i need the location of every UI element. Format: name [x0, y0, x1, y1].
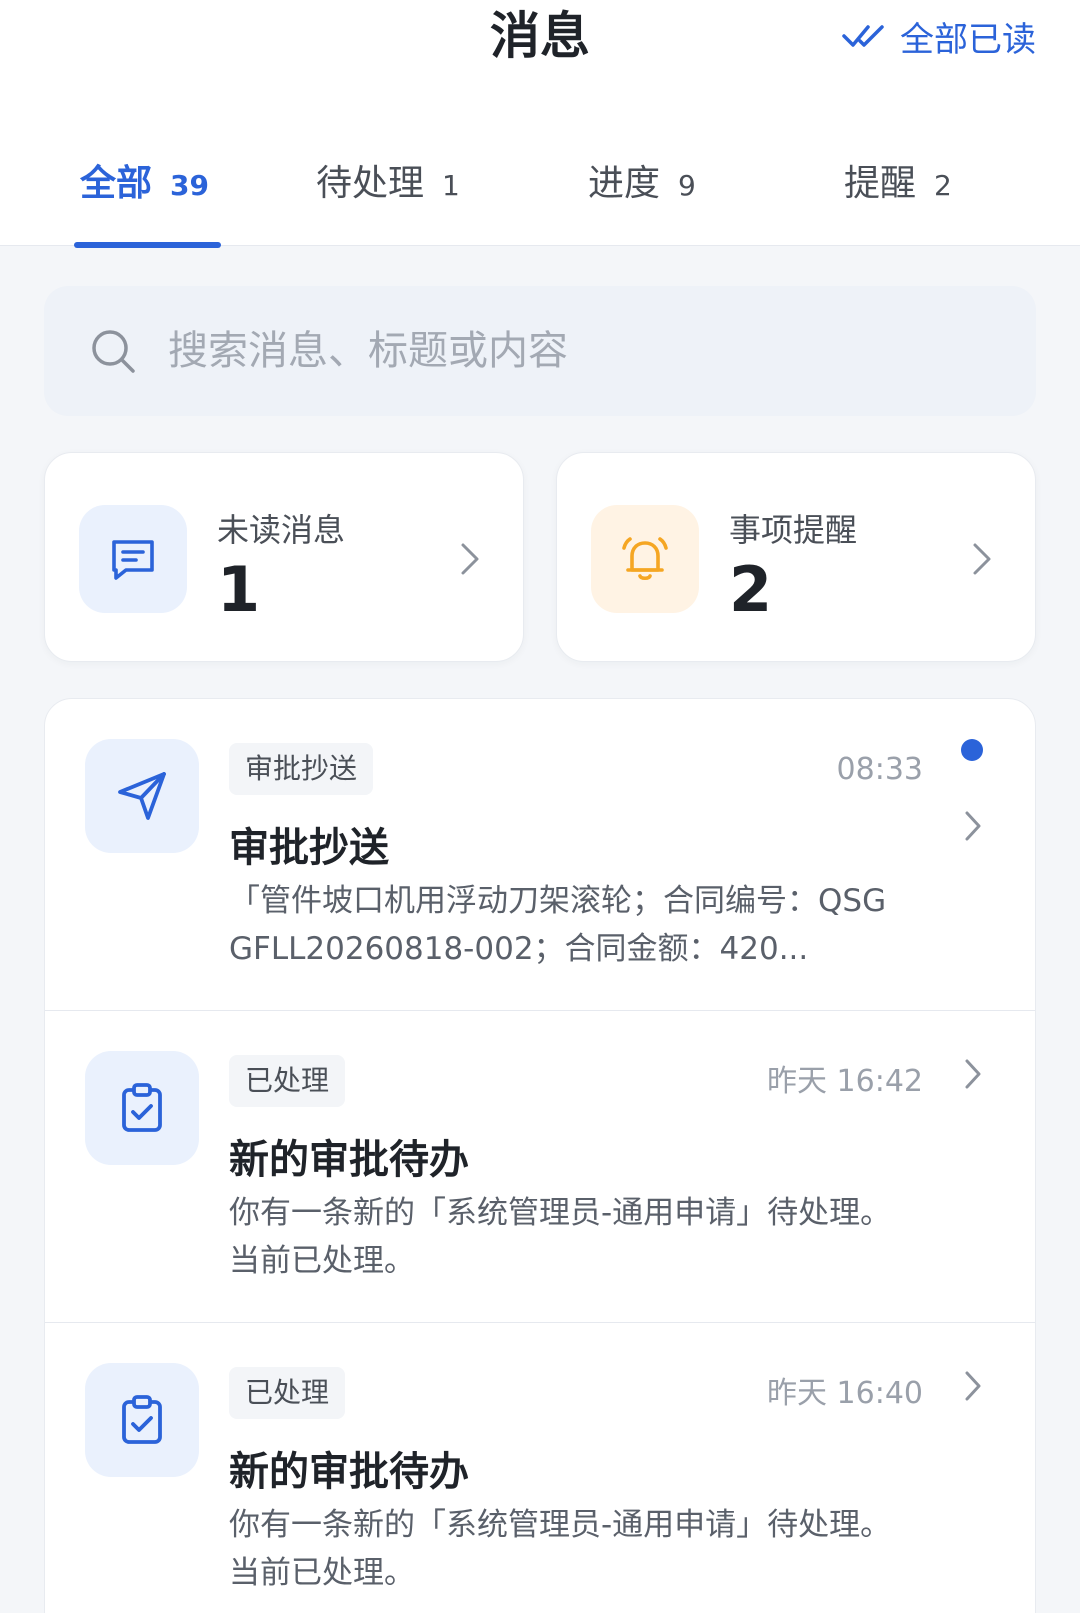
card-icon-wrap [79, 505, 187, 613]
tab-label: 全部 [80, 163, 153, 204]
reminders-card[interactable]: 事项提醒 2 [556, 452, 1036, 662]
reminders-count: 2 [729, 553, 773, 626]
clipboard-check-icon [122, 1083, 162, 1132]
chevron-right-icon [965, 1059, 981, 1089]
tab-all[interactable]: 全部 39 [80, 154, 209, 214]
header: 消息 全部已读 全部 39 待处理 1 进度 9 提醒 2 [0, 0, 1080, 248]
unread-count: 1 [217, 553, 261, 626]
reminders-label: 事项提醒 [729, 511, 858, 549]
message-list: 审批抄送 08:33 审批抄送 「管件坡口机用浮动刀架滚轮；合同编号：QSGGF… [44, 698, 1036, 1613]
card-icon-wrap [591, 505, 699, 613]
tab-count: 39 [170, 169, 209, 202]
tab-bar: 全部 39 待处理 1 进度 9 提醒 2 [0, 140, 1080, 248]
send-icon [118, 772, 166, 820]
unread-label: 未读消息 [217, 511, 346, 549]
message-body: 你有一条新的「系统管理员-通用申请」待处理。 当前已处理。 [229, 1507, 892, 1591]
message-title: 新的审批待办 [229, 1449, 469, 1495]
message-time: 08:33 [836, 752, 923, 787]
message-tag: 已处理 [229, 1055, 346, 1107]
mark-all-read-button[interactable]: 全部已读 [842, 10, 1036, 62]
search-bar[interactable] [44, 286, 1036, 416]
unread-dot [961, 739, 983, 761]
tab-count: 1 [442, 169, 460, 202]
message-title: 新的审批待办 [229, 1137, 469, 1183]
message-body: 你有一条新的「系统管理员-通用申请」待处理。 当前已处理。 [229, 1195, 892, 1279]
tab-count: 2 [934, 169, 952, 202]
clipboard-check-icon [122, 1395, 162, 1444]
chevron-right-icon [461, 543, 479, 575]
unread-messages-card[interactable]: 未读消息 1 [44, 452, 524, 662]
tab-reminders[interactable]: 提醒 2 [844, 154, 952, 214]
message-icon-wrap [85, 1363, 199, 1477]
double-check-icon [842, 25, 884, 47]
message-time: 昨天 16:42 [767, 1064, 923, 1099]
mark-all-read-label: 全部已读 [900, 19, 1036, 60]
message-icon-wrap [85, 739, 199, 853]
tab-label: 待处理 [316, 163, 425, 204]
tab-progress[interactable]: 进度 9 [588, 154, 696, 214]
tab-label: 进度 [588, 163, 661, 204]
message-body: 「管件坡口机用浮动刀架滚轮；合同编号：QSGGFLL20260818-002；合… [229, 883, 887, 967]
search-icon [92, 330, 135, 373]
message-tag: 已处理 [229, 1367, 346, 1419]
active-tab-indicator [74, 242, 221, 248]
list-item[interactable]: 审批抄送 08:33 审批抄送 「管件坡口机用浮动刀架滚轮；合同编号：QSGGF… [45, 699, 1035, 1011]
message-time: 昨天 16:40 [767, 1376, 923, 1411]
chevron-right-icon [973, 543, 991, 575]
message-icon [112, 540, 154, 580]
list-item[interactable]: 已处理 昨天 16:42 新的审批待办 你有一条新的「系统管理员-通用申请」待处… [45, 1011, 1035, 1323]
chevron-right-icon [965, 811, 981, 841]
message-icon-wrap [85, 1051, 199, 1165]
bell-icon [622, 537, 668, 581]
tab-pending[interactable]: 待处理 1 [316, 154, 460, 214]
message-tag: 审批抄送 [229, 743, 374, 795]
list-item[interactable]: 已处理 昨天 16:40 新的审批待办 你有一条新的「系统管理员-通用申请」待处… [45, 1323, 1035, 1613]
search-input[interactable] [168, 328, 988, 374]
tab-label: 提醒 [844, 163, 917, 204]
chevron-right-icon [965, 1371, 981, 1401]
tab-count: 9 [678, 169, 696, 202]
message-title: 审批抄送 [229, 825, 389, 871]
